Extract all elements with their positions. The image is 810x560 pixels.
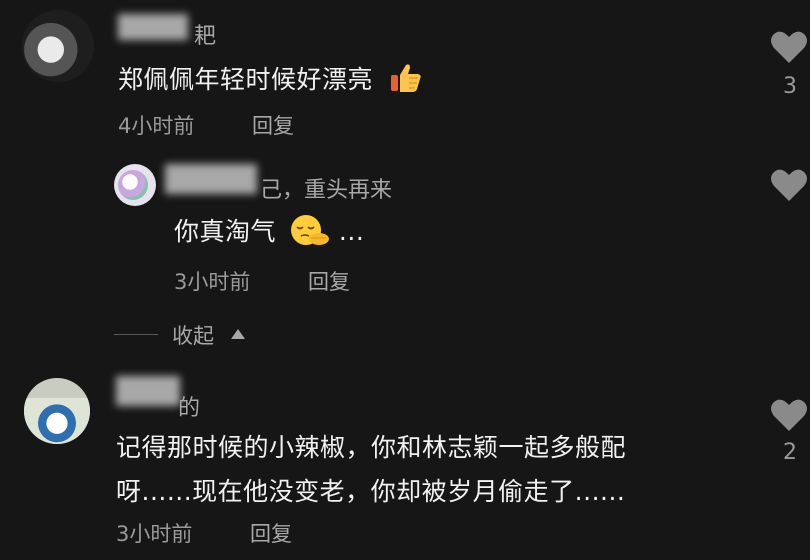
like-count-3: 2 xyxy=(783,440,797,465)
comment-2-time: 3小时前 xyxy=(174,270,251,294)
like-button-2[interactable] xyxy=(770,168,810,208)
avatar-2-image xyxy=(118,170,148,200)
comment-2-reply-button[interactable]: 回复 xyxy=(308,266,350,296)
avatar-1[interactable] xyxy=(22,10,94,82)
comment-2-text: 你真淘气 ... xyxy=(174,212,364,254)
like-button-3[interactable] xyxy=(770,398,810,438)
heart-icon xyxy=(771,31,807,63)
like-count-1: 3 xyxy=(783,74,797,99)
avatar-1-image xyxy=(22,10,94,82)
collapse-replies[interactable]: 收起 xyxy=(114,320,274,350)
avatar-3[interactable] xyxy=(24,378,90,444)
comment-3: 的 记得那时候的小辣椒，你和林志颖一起多般配 呀......现在他没变老，你却被… xyxy=(0,372,810,560)
comment-1-time: 4小时前 xyxy=(118,114,195,138)
sleepy-face-icon xyxy=(288,212,330,254)
comment-3-time: 3小时前 xyxy=(116,522,193,546)
username-2[interactable]: 己，重头再来 xyxy=(260,172,392,204)
username-2-blurred xyxy=(165,164,257,194)
comment-1: 耙 郑佩佩年轻时候好漂亮 4小时前 回复 3 xyxy=(0,0,810,150)
thumbs-up-icon xyxy=(389,62,423,100)
comment-1-text: 郑佩佩年轻时候好漂亮 xyxy=(118,60,423,100)
comment-3-line-2: 呀......现在他没变老，你却被岁月偷走了...... xyxy=(116,477,626,506)
comment-2-body: 你真淘气 xyxy=(174,217,277,246)
username-3-blurred xyxy=(116,376,180,406)
comment-3-reply-button[interactable]: 回复 xyxy=(250,518,292,548)
heart-icon xyxy=(771,399,807,431)
avatar-3-image xyxy=(24,398,90,444)
username-1[interactable]: 耙 xyxy=(194,18,216,50)
avatar-2[interactable] xyxy=(114,164,156,206)
collapse-label: 收起 xyxy=(172,324,214,348)
comment-1-reply-button[interactable]: 回复 xyxy=(252,110,294,140)
like-button-1[interactable] xyxy=(770,30,810,70)
username-1-blurred xyxy=(118,14,188,40)
collapse-divider xyxy=(114,334,158,335)
comment-2: 己，重头再来 你真淘气 ... 3小时前 回复 xyxy=(0,150,810,300)
comment-3-line-1: 记得那时候的小辣椒，你和林志颖一起多般配 xyxy=(116,433,627,462)
triangle-up-icon xyxy=(231,329,245,339)
comment-1-body: 郑佩佩年轻时候好漂亮 xyxy=(118,65,374,94)
username-3[interactable]: 的 xyxy=(178,390,200,422)
comment-2-suffix: ... xyxy=(338,217,365,246)
heart-icon xyxy=(771,169,807,201)
